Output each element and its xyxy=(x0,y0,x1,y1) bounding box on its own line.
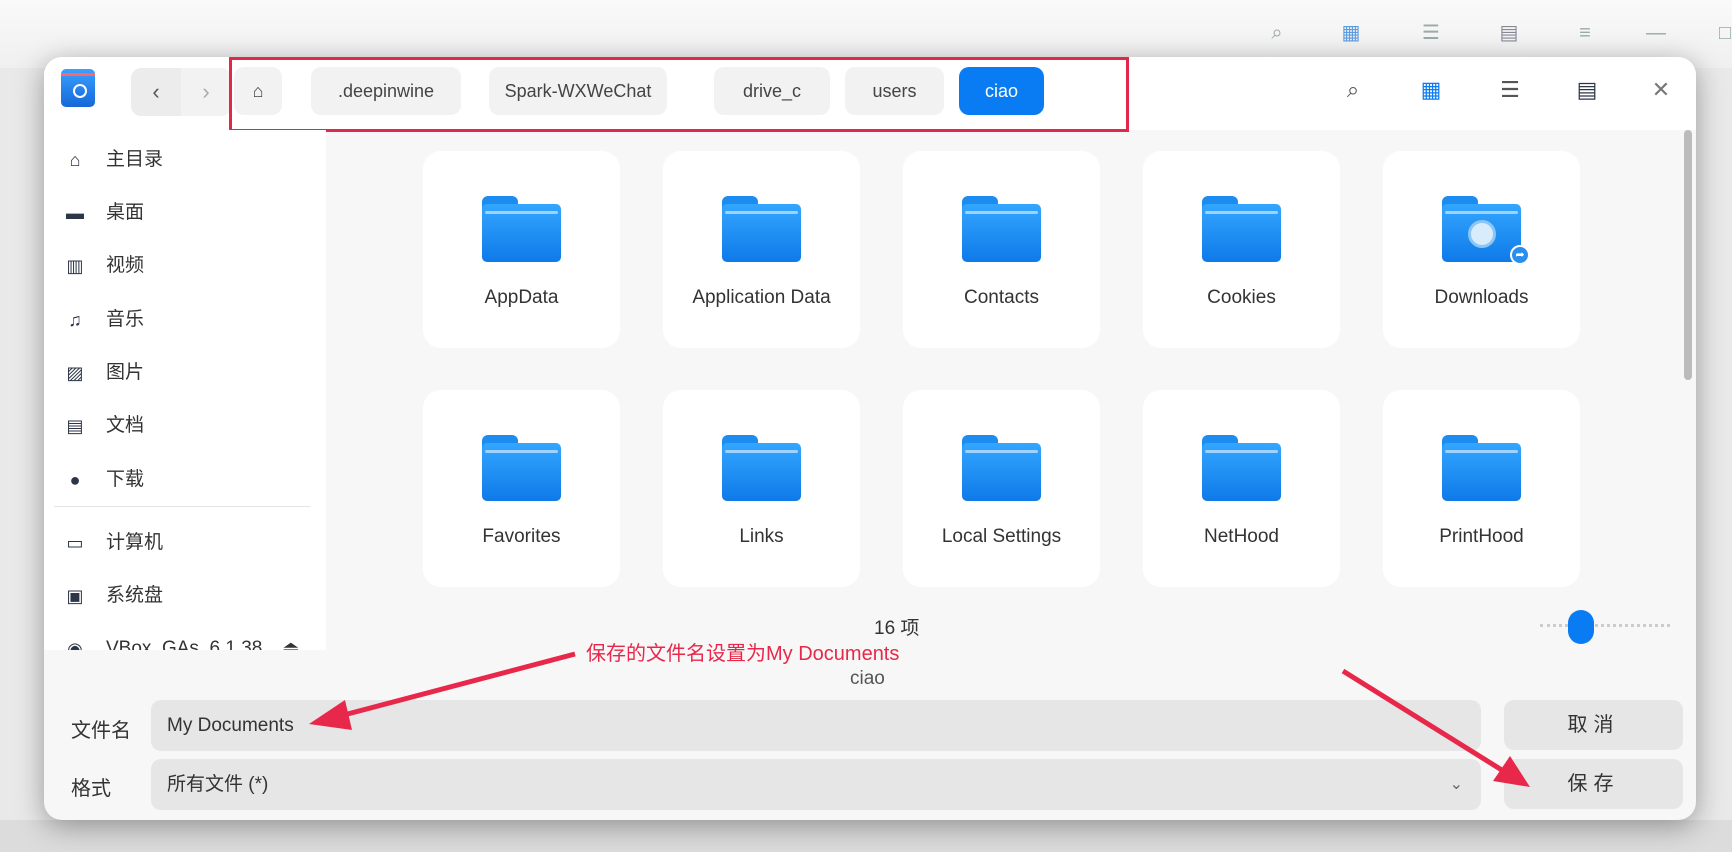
arrow-to-filename xyxy=(309,651,576,730)
arrow-to-save xyxy=(1341,668,1530,787)
annotation-arrows xyxy=(309,651,1530,787)
